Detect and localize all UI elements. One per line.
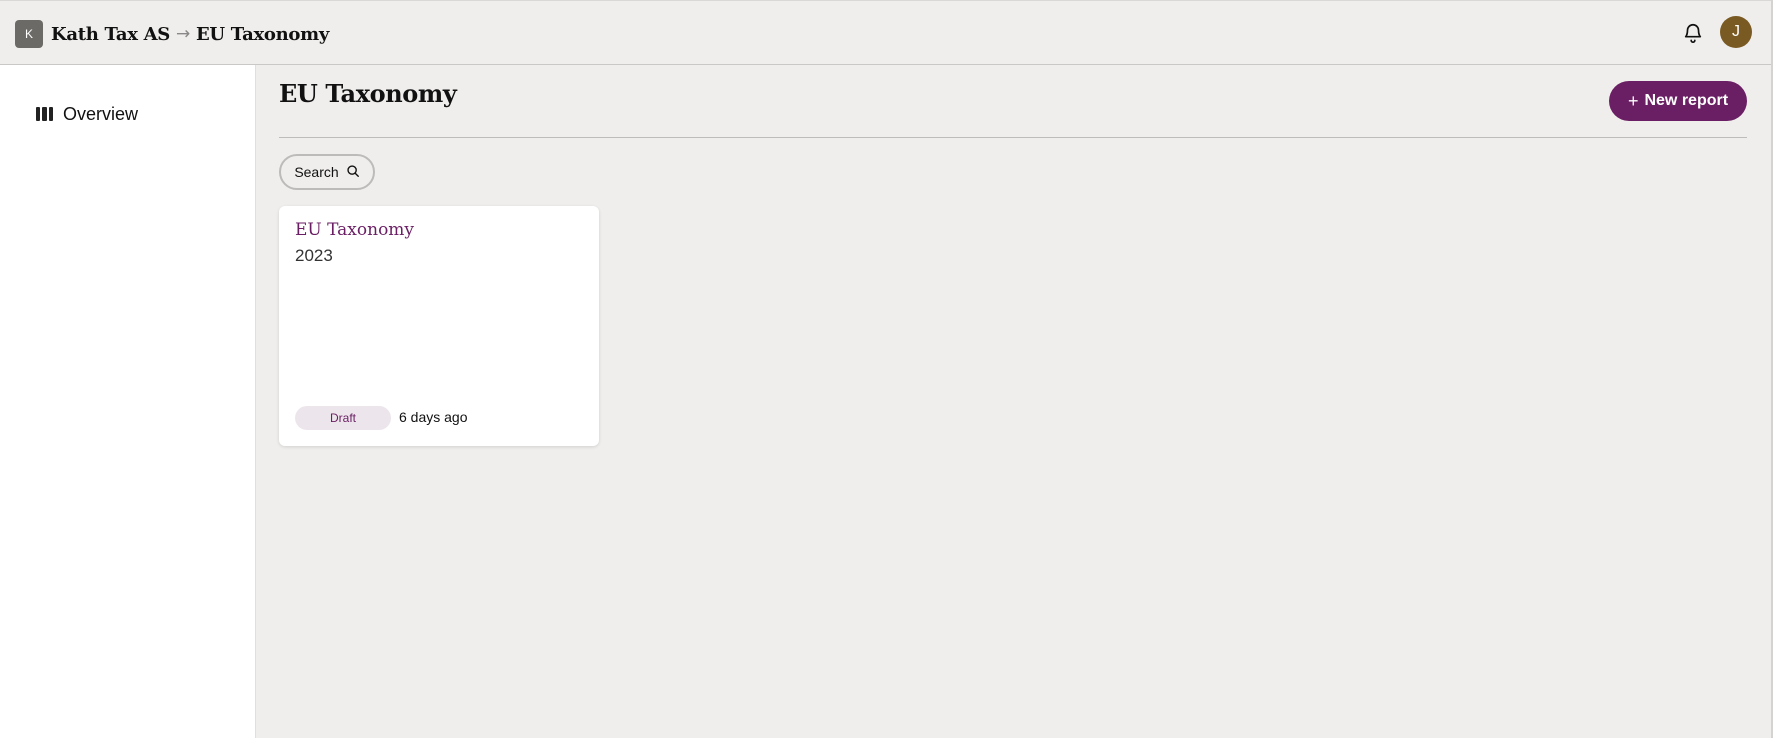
sidebar: Overview bbox=[0, 65, 256, 738]
main-content: EU Taxonomy + New report Search EU Taxon… bbox=[257, 65, 1771, 738]
top-bar: K Kath Tax AS → EU Taxonomy J bbox=[0, 0, 1771, 65]
user-avatar[interactable]: J bbox=[1720, 16, 1752, 48]
search-icon bbox=[346, 164, 360, 181]
search-button[interactable]: Search bbox=[279, 154, 375, 190]
app-frame: K Kath Tax AS → EU Taxonomy J Overview E… bbox=[0, 0, 1773, 738]
breadcrumb: Kath Tax AS → EU Taxonomy bbox=[51, 20, 329, 48]
plus-icon: + bbox=[1627, 91, 1639, 111]
org-avatar[interactable]: K bbox=[15, 20, 43, 48]
breadcrumb-current: EU Taxonomy bbox=[195, 23, 329, 45]
page-title: EU Taxonomy bbox=[279, 79, 457, 108]
breadcrumb-org[interactable]: Kath Tax AS bbox=[51, 24, 170, 45]
columns-icon bbox=[36, 107, 53, 121]
divider bbox=[279, 137, 1747, 138]
new-report-label: New report bbox=[1644, 92, 1729, 109]
sidebar-item-overview[interactable]: Overview bbox=[36, 102, 138, 126]
report-title[interactable]: EU Taxonomy bbox=[295, 220, 414, 240]
sidebar-item-label: Overview bbox=[63, 103, 139, 124]
report-card[interactable]: EU Taxonomy 2023 Draft 6 days ago bbox=[279, 206, 599, 446]
breadcrumb-arrow-icon: → bbox=[175, 24, 190, 44]
status-badge: Draft bbox=[295, 406, 391, 430]
report-year: 2023 bbox=[295, 246, 333, 265]
bell-icon[interactable] bbox=[1682, 22, 1704, 44]
search-label: Search bbox=[294, 164, 339, 180]
new-report-button[interactable]: + New report bbox=[1609, 81, 1747, 121]
report-updated-time: 6 days ago bbox=[399, 409, 468, 425]
